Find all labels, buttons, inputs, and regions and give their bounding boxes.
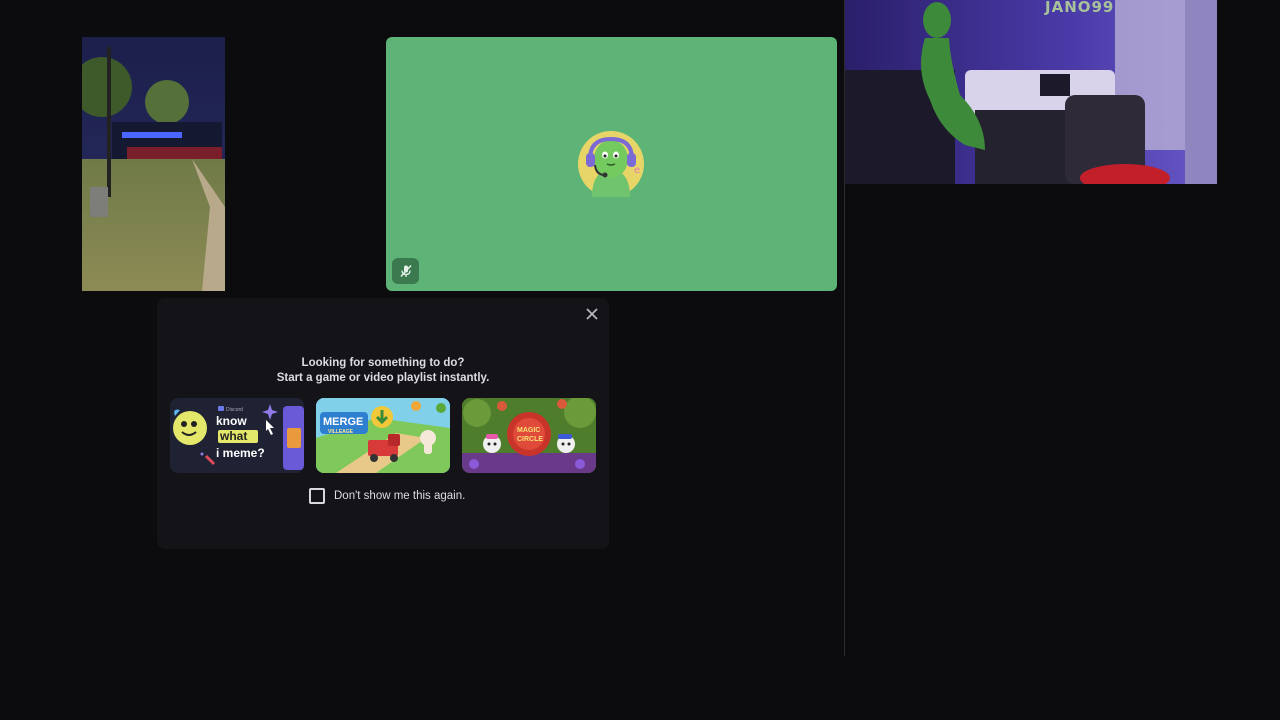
game-card-merge-villeage[interactable]: MERGE VILLEAGE xyxy=(316,398,450,473)
meme-word-2: what xyxy=(219,429,247,443)
muted-microphone-icon xyxy=(392,258,419,284)
game-card-magic-circle[interactable]: MAGIC CIRCLE xyxy=(462,398,596,473)
game-card-know-what-i-meme[interactable]: Discord know what i meme? xyxy=(170,398,304,473)
magic-logo-text: MAGIC xyxy=(517,427,540,434)
magic-circle-artwork: MAGIC CIRCLE xyxy=(462,398,596,473)
meme-word-1: know xyxy=(216,414,247,428)
dont-show-again-checkbox[interactable]: Don't show me this again. xyxy=(309,488,465,504)
know-what-i-meme-artwork: Discord know what i meme? xyxy=(170,398,304,473)
checkbox-box[interactable] xyxy=(309,488,325,504)
magic-logo-subtext: CIRCLE xyxy=(517,436,543,443)
user-avatar: e xyxy=(578,131,644,197)
svg-text:e: e xyxy=(634,165,640,176)
video-tile-outdoor[interactable] xyxy=(82,37,225,291)
merge-villeage-artwork: MERGE VILLEAGE xyxy=(316,398,450,473)
popup-message-line2: Start a game or video playlist instantly… xyxy=(276,372,490,384)
popup-message: Looking for something to do? Start a gam… xyxy=(157,356,609,386)
merge-logo-text: MERGE xyxy=(323,416,363,428)
room-camera-feed xyxy=(845,0,1217,184)
checkbox-label: Don't show me this again. xyxy=(334,490,466,502)
camera-overlay-text: JANO99 xyxy=(1045,0,1115,16)
video-tile-room[interactable] xyxy=(845,0,1217,184)
popup-message-line1: Looking for something to do? xyxy=(301,357,465,369)
meme-word-3: i meme? xyxy=(216,446,265,460)
close-icon[interactable] xyxy=(583,305,601,323)
outdoor-camera-feed xyxy=(82,37,225,291)
discord-logo-text: Discord xyxy=(226,407,243,413)
call-stage: e JANO99 Looking for something to do? St… xyxy=(0,0,1280,720)
merge-logo-subtext: VILLEAGE xyxy=(328,429,354,435)
